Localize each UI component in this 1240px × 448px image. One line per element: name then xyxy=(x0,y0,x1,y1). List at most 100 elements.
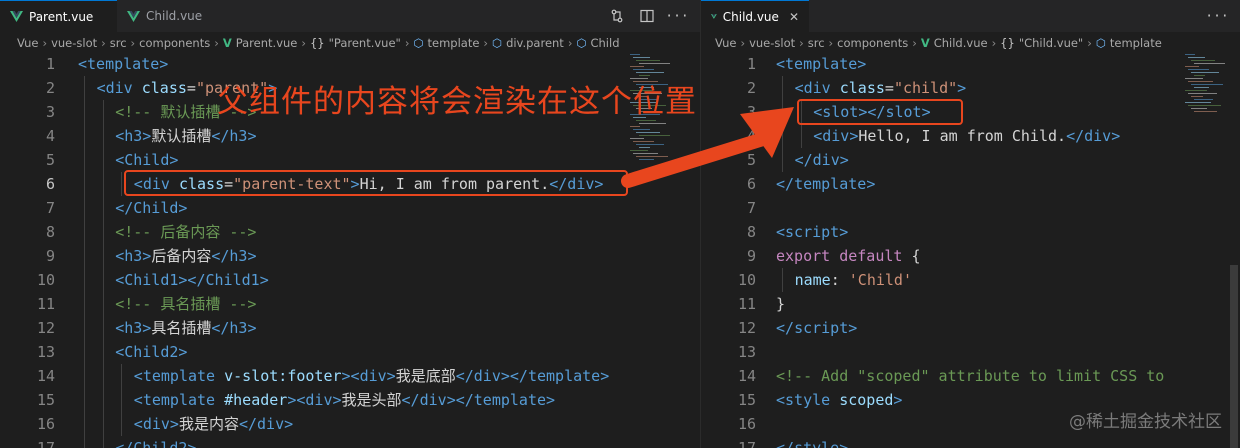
code-text: </div> xyxy=(795,148,849,172)
indent-guide xyxy=(102,244,104,268)
code-text: <style scoped> xyxy=(776,388,902,412)
code-line[interactable]: 12 <h3>具名插槽</h3> xyxy=(0,316,700,340)
code-token: > xyxy=(287,391,297,409)
code-line[interactable]: 17 </Child2> xyxy=(0,436,700,448)
code-token: > xyxy=(187,439,197,448)
code-token: "child" xyxy=(893,79,958,97)
line-number: 15 xyxy=(737,391,756,409)
minimap[interactable] xyxy=(1185,54,1225,174)
code-token: > xyxy=(893,391,903,409)
code-line[interactable]: 11} xyxy=(701,292,1240,316)
code-line[interactable]: 2 <div class="child"> xyxy=(701,76,1240,100)
code-token: </ xyxy=(401,391,420,409)
code-line[interactable]: 8 <!-- 后备内容 --> xyxy=(0,220,700,244)
indent-guide xyxy=(84,412,85,436)
code-line[interactable]: 15 <template #header><div>我是头部</div></tem… xyxy=(0,388,700,412)
code-line[interactable]: 5 <Child> xyxy=(0,148,700,172)
code-line[interactable]: 3 <slot></slot> xyxy=(701,100,1240,124)
code-token: style xyxy=(794,439,840,448)
code-line[interactable]: 12 </script> xyxy=(701,316,1240,340)
minimap-line xyxy=(1191,108,1207,109)
breadcrumb-item[interactable]: vue-slot xyxy=(51,36,97,50)
code-line[interactable]: 13 xyxy=(701,340,1240,364)
breadcrumb-item[interactable]: src xyxy=(110,36,127,50)
code-line[interactable]: 14 <!-- Add "scoped" attribute to limit C… xyxy=(701,364,1240,388)
breadcrumb-item[interactable]: Child.vue xyxy=(934,36,988,50)
indent-guide xyxy=(102,220,104,244)
split-editor-icon[interactable] xyxy=(639,9,655,23)
indent-guide xyxy=(102,268,104,292)
code-token: template xyxy=(527,367,601,385)
code-line[interactable]: 14 <template v-slot:footer><div>我是底部</div… xyxy=(0,364,700,388)
symbol-cube-icon: ⬡ xyxy=(1095,36,1106,50)
code-line[interactable]: 13 <Child2> xyxy=(0,340,700,364)
code-line[interactable]: 4 <h3>默认插槽</h3> xyxy=(0,124,700,148)
breadcrumb-item[interactable]: components xyxy=(837,36,908,50)
indent-guide xyxy=(84,292,85,316)
code-text: <!-- Add "scoped" attribute to limit CSS… xyxy=(776,364,1164,388)
line-number: 8 xyxy=(746,223,756,241)
breadcrumb-item[interactable]: "Child.vue" xyxy=(1019,36,1083,50)
code-token: </ xyxy=(211,247,230,265)
code-line[interactable]: 1 <template> xyxy=(0,52,700,76)
breadcrumb-item[interactable]: src xyxy=(808,36,825,50)
line-number: 7 xyxy=(45,199,55,217)
code-editor[interactable]: 1 <template> 2 <div class="child"> 3 <slot></… xyxy=(701,54,1240,448)
code-token: > xyxy=(600,367,610,385)
code-line[interactable]: 4 <div>Hello, I am from Child.</div> xyxy=(701,124,1240,148)
indent-guide xyxy=(782,148,783,172)
breadcrumb-item[interactable]: template xyxy=(1110,36,1162,50)
code-line[interactable]: 16 <div>我是内容</div> xyxy=(0,412,700,436)
breadcrumb-item[interactable]: Vue xyxy=(17,36,38,50)
code-line[interactable]: 7 </Child> xyxy=(0,196,700,220)
tab-parent-vue[interactable]: Parent.vue xyxy=(0,0,117,32)
line-number: 11 xyxy=(36,295,55,313)
close-icon[interactable]: ✕ xyxy=(789,10,799,24)
breadcrumb-item[interactable]: div.parent xyxy=(506,36,564,50)
code-token: div xyxy=(1084,127,1112,145)
highlight-parent-content xyxy=(124,170,628,196)
line-number: 1 xyxy=(746,55,756,73)
open-changes-icon[interactable] xyxy=(609,9,625,23)
code-line[interactable]: 9 <h3>后备内容</h3> xyxy=(0,244,700,268)
code-line[interactable]: 1 <template> xyxy=(701,52,1240,76)
tab-child-vue[interactable]: Child.vue ✕ xyxy=(701,0,809,32)
code-line[interactable]: 6 </template> xyxy=(701,172,1240,196)
breadcrumb-item[interactable]: components xyxy=(139,36,210,50)
code-line[interactable]: 8 <script> xyxy=(701,220,1240,244)
tab-child-vue[interactable]: Child.vue xyxy=(117,0,227,32)
code-line[interactable]: 10 name: 'Child' xyxy=(701,268,1240,292)
code-token: </ xyxy=(455,367,474,385)
code-line[interactable]: 10 <Child1></Child1> xyxy=(0,268,700,292)
vue-file-icon xyxy=(711,14,717,19)
line-number: 14 xyxy=(36,367,55,385)
code-text: name: 'Child' xyxy=(795,268,912,292)
code-token: </ xyxy=(794,151,813,169)
breadcrumb-item[interactable]: vue-slot xyxy=(749,36,795,50)
code-token: { xyxy=(911,247,921,265)
breadcrumb-item[interactable]: Vue xyxy=(715,36,736,50)
minimap-line xyxy=(639,135,670,136)
code-line[interactable]: 7 xyxy=(701,196,1240,220)
more-actions-icon[interactable]: ··· xyxy=(665,9,688,24)
scrollbar-thumb[interactable] xyxy=(1230,265,1238,448)
code-token: 具名插槽 xyxy=(151,319,212,337)
line-number: 2 xyxy=(746,79,756,97)
minimap-line xyxy=(1194,111,1217,112)
code-token: < xyxy=(776,391,786,409)
breadcrumb-item[interactable]: Parent.vue xyxy=(236,36,298,50)
code-token: </ xyxy=(1066,127,1085,145)
breadcrumb-item[interactable]: Child xyxy=(590,36,619,50)
code-line[interactable]: 9 export default { xyxy=(701,244,1240,268)
more-actions-icon[interactable]: ··· xyxy=(1205,9,1228,24)
breadcrumb-item[interactable]: template xyxy=(427,36,479,50)
breadcrumb-item[interactable]: "Parent.vue" xyxy=(329,36,401,50)
code-text: <script> xyxy=(776,220,848,244)
code-line[interactable]: 11 <!-- 具名插槽 --> xyxy=(0,292,700,316)
code-token: v-slot:footer xyxy=(224,367,342,385)
code-line[interactable]: 17 </style> xyxy=(701,436,1240,448)
code-line[interactable]: 5 </div> xyxy=(701,148,1240,172)
vue-file-icon: V xyxy=(222,36,232,50)
indent-guide xyxy=(84,316,85,340)
code-token: > xyxy=(1111,127,1121,145)
